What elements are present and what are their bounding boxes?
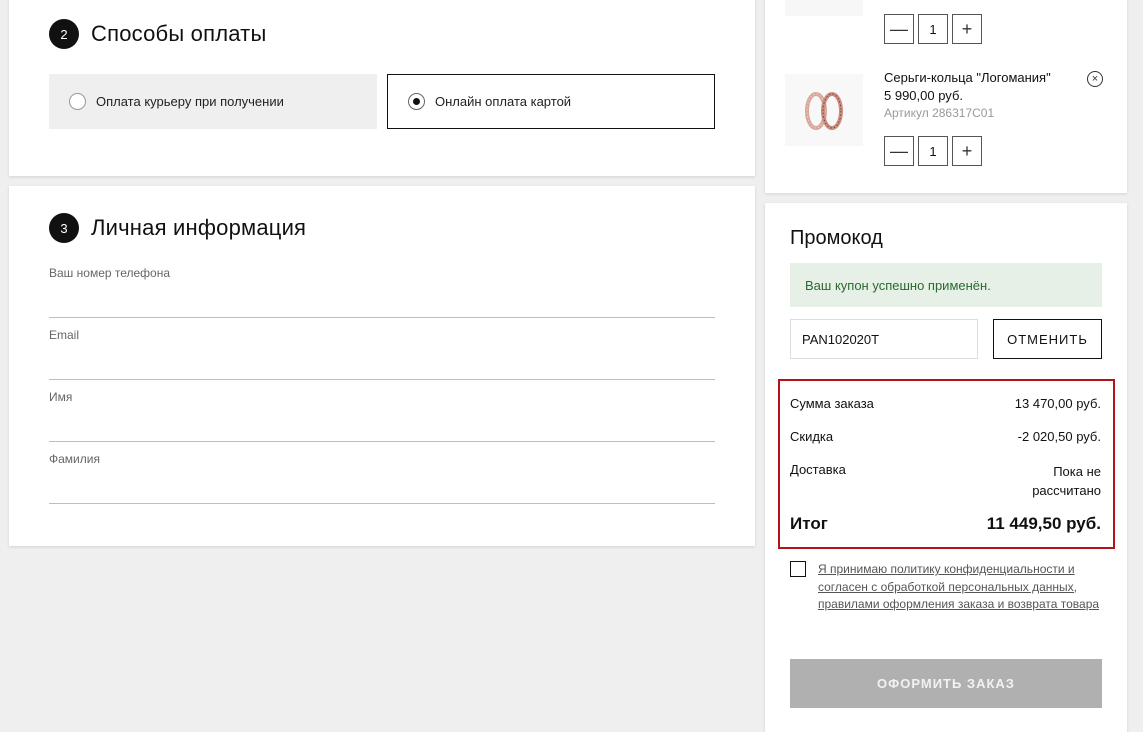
delivery-label: Доставка (790, 462, 846, 477)
quantity-value[interactable]: 1 (918, 14, 948, 44)
payment-section-title: Способы оплаты (91, 21, 267, 46)
quantity-value[interactable]: 1 (918, 136, 948, 166)
payment-step-header: 2 Способы оплаты (49, 19, 266, 49)
phone-field-label: Ваш номер телефона (49, 266, 171, 280)
email-field[interactable]: Email (49, 328, 715, 380)
personal-step-header: 3 Личная информация (49, 213, 306, 243)
increase-quantity-button[interactable]: + (952, 136, 982, 166)
payment-methods-section: 2 Способы оплаты Оплата курьеру при полу… (9, 0, 755, 176)
subtotal-value: 13 470,00 руб. (1014, 396, 1101, 411)
delivery-value-line1: Пока не (1053, 464, 1101, 479)
place-order-button[interactable]: ОФОРМИТЬ ЗАКАЗ (790, 659, 1102, 708)
discount-value: -2 020,50 руб. (1017, 429, 1101, 444)
personal-section-title: Личная информация (91, 215, 307, 240)
payment-option-online-card[interactable]: Онлайн оплата картой (387, 74, 715, 129)
cancel-promo-button[interactable]: ОТМЕНИТЬ (993, 319, 1102, 359)
agreement-link[interactable]: Я принимаю политику конфиденциальности и… (818, 561, 1103, 614)
last-name-input[interactable] (49, 483, 715, 499)
order-totals-box: Сумма заказа 13 470,00 руб. Скидка -2 02… (778, 379, 1115, 549)
decrease-quantity-button[interactable]: — (884, 136, 914, 166)
first-name-field[interactable]: Имя (49, 390, 715, 442)
total-value: 11 449,50 руб. (986, 514, 1101, 533)
payment-option-label: Онлайн оплата картой (435, 94, 572, 109)
personal-info-section: 3 Личная информация Ваш номер телефона E… (9, 186, 755, 546)
first-name-input[interactable] (49, 421, 715, 437)
hoop-earrings-icon (805, 92, 843, 130)
product-image-partial (785, 0, 863, 16)
last-name-field-label: Фамилия (49, 452, 100, 466)
increase-quantity-button[interactable]: + (952, 14, 982, 44)
phone-input[interactable] (49, 297, 715, 313)
email-input[interactable] (49, 359, 715, 375)
delivery-row: Доставка Пока не рассчитано (790, 462, 1101, 500)
phone-field[interactable]: Ваш номер телефона (49, 266, 715, 318)
step-number-badge: 3 (49, 213, 79, 243)
agreement-checkbox[interactable] (790, 561, 806, 577)
step-number-badge: 2 (49, 19, 79, 49)
product-price: 5 990,00 руб. (884, 88, 964, 103)
product-image[interactable] (785, 74, 863, 146)
decrease-quantity-button[interactable]: — (884, 14, 914, 44)
product-name[interactable]: Серьги-кольца "Логомания" (884, 70, 1051, 85)
subtotal-label: Сумма заказа (790, 396, 874, 411)
order-summary-section: Промокод Ваш купон успешно применён. ОТМ… (765, 203, 1127, 732)
delivery-value-line2: рассчитано (1032, 483, 1101, 498)
discount-row: Скидка -2 020,50 руб. (790, 429, 1101, 444)
payment-option-courier[interactable]: Оплата курьеру при получении (49, 74, 377, 129)
radio-selected-icon[interactable] (408, 93, 425, 110)
last-name-field[interactable]: Фамилия (49, 452, 715, 504)
product-sku: Артикул 286317C01 (884, 106, 995, 120)
first-name-field-label: Имя (49, 390, 73, 404)
cart-items-section: — 1 + Серьги-кольца "Логомания" 5 990,00… (765, 0, 1127, 193)
radio-unselected-icon[interactable] (69, 93, 86, 110)
promo-code-input[interactable] (790, 319, 978, 359)
remove-item-icon[interactable]: × (1087, 71, 1103, 87)
delivery-value: Пока не рассчитано (1032, 462, 1101, 500)
total-label: Итог (790, 514, 828, 533)
subtotal-row: Сумма заказа 13 470,00 руб. (790, 396, 1101, 411)
total-row: Итог 11 449,50 руб. (790, 514, 1101, 534)
payment-option-label: Оплата курьеру при получении (96, 94, 284, 109)
promo-title: Промокод (790, 227, 883, 249)
quantity-stepper: — 1 + (884, 136, 982, 166)
email-field-label: Email (49, 328, 80, 342)
promo-success-message: Ваш купон успешно применён. (790, 263, 1102, 307)
quantity-stepper: — 1 + (884, 14, 982, 44)
discount-label: Скидка (790, 429, 834, 444)
